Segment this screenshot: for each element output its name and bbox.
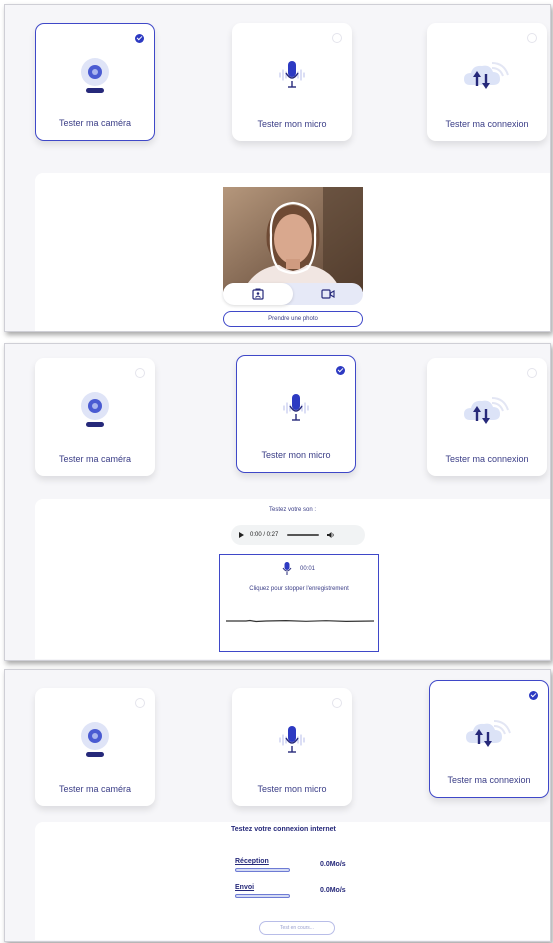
camera-card-label: Tester ma caméra bbox=[58, 454, 132, 464]
micro-test-card[interactable]: Tester mon micro bbox=[236, 355, 356, 473]
radio-icon bbox=[527, 33, 537, 43]
connexion-card-label: Tester ma connexion bbox=[445, 454, 529, 464]
envoi-value: 0.0Mo/s bbox=[320, 887, 346, 894]
selected-check-icon bbox=[135, 34, 144, 43]
webcam-icon bbox=[36, 52, 154, 100]
envoi-label: Envoi bbox=[235, 884, 255, 891]
connexion-card-label: Tester ma connexion bbox=[447, 775, 531, 785]
micro-test-card[interactable]: Tester mon micro bbox=[232, 688, 352, 806]
micro-card-label: Tester mon micro bbox=[261, 450, 331, 460]
radio-icon bbox=[135, 368, 145, 378]
micro-test-card[interactable]: Tester mon micro bbox=[232, 23, 352, 141]
reception-value: 0.0Mo/s bbox=[320, 861, 346, 868]
take-photo-button[interactable]: Prendre une photo bbox=[223, 311, 363, 327]
selected-check-icon bbox=[529, 691, 538, 700]
micro-test-panel: Tester ma caméra Tester mon micro Tester… bbox=[4, 343, 551, 661]
micro-card-label: Tester mon micro bbox=[257, 119, 327, 129]
video-mode-button[interactable] bbox=[293, 283, 363, 305]
camera-test-panel: Tester ma caméra Tester mon micro Tester… bbox=[4, 4, 551, 332]
connexion-test-card[interactable]: Tester ma connexion bbox=[427, 23, 547, 141]
connexion-test-panel: Tester ma caméra Tester mon micro Tester… bbox=[4, 669, 551, 942]
reception-progress-bar bbox=[235, 868, 290, 872]
camera-test-card[interactable]: Tester ma caméra bbox=[35, 688, 155, 806]
reception-label: Réception bbox=[235, 858, 269, 865]
connexion-card-label: Tester ma connexion bbox=[445, 119, 529, 129]
micro-card-label: Tester mon micro bbox=[257, 784, 327, 794]
recording-panel[interactable]: 00:01 Cliquez pour stopper l'enregistrem… bbox=[219, 554, 379, 652]
camera-content-area: Prendre une photo bbox=[35, 173, 550, 331]
photo-mode-button[interactable] bbox=[223, 283, 293, 305]
camera-test-card[interactable]: Tester ma caméra bbox=[35, 358, 155, 476]
envoi-progress-bar bbox=[235, 894, 290, 898]
cloud-transfer-icon bbox=[430, 709, 548, 757]
photo-mode-icon bbox=[252, 288, 264, 300]
camera-preview bbox=[223, 187, 363, 292]
webcam-icon bbox=[35, 386, 155, 434]
waveform bbox=[226, 619, 374, 623]
camera-mode-toggle bbox=[223, 283, 363, 305]
radio-icon bbox=[332, 33, 342, 43]
camera-card-label: Tester ma caméra bbox=[58, 118, 132, 128]
cloud-transfer-icon bbox=[427, 51, 547, 99]
microphone-icon bbox=[232, 716, 352, 764]
play-icon[interactable] bbox=[239, 532, 244, 538]
microphone-icon bbox=[237, 384, 355, 432]
test-status-button[interactable]: Test en cours... bbox=[259, 921, 335, 935]
video-mode-icon bbox=[321, 289, 335, 299]
player-progress-bar[interactable] bbox=[287, 534, 320, 536]
audio-player[interactable]: 0:00 / 0:27 bbox=[231, 525, 365, 545]
cloud-transfer-icon bbox=[427, 386, 547, 434]
sound-test-prompt: Testez votre son : bbox=[268, 507, 317, 513]
volume-icon[interactable] bbox=[327, 531, 335, 539]
camera-card-label: Tester ma caméra bbox=[58, 784, 132, 794]
microphone-icon bbox=[282, 562, 292, 575]
connexion-test-title: Testez votre connexion internet bbox=[231, 826, 336, 833]
connexion-test-card[interactable]: Tester ma connexion bbox=[427, 358, 547, 476]
connexion-content-area: Testez votre connexion internet Réceptio… bbox=[35, 822, 550, 940]
connexion-test-card[interactable]: Tester ma connexion bbox=[429, 680, 549, 798]
microphone-icon bbox=[232, 51, 352, 99]
recording-timer: 00:01 bbox=[300, 566, 316, 572]
stop-recording-hint: Cliquez pour stopper l'enregistrement bbox=[249, 586, 349, 592]
radio-icon bbox=[135, 698, 145, 708]
player-time: 0:00 / 0:27 bbox=[250, 532, 279, 538]
radio-icon bbox=[332, 698, 342, 708]
selected-check-icon bbox=[336, 366, 345, 375]
radio-icon bbox=[527, 368, 537, 378]
webcam-icon bbox=[35, 716, 155, 764]
micro-content-area: Testez votre son : 0:00 / 0:27 00:01 Cli… bbox=[35, 499, 550, 659]
camera-test-card[interactable]: Tester ma caméra bbox=[35, 23, 155, 141]
